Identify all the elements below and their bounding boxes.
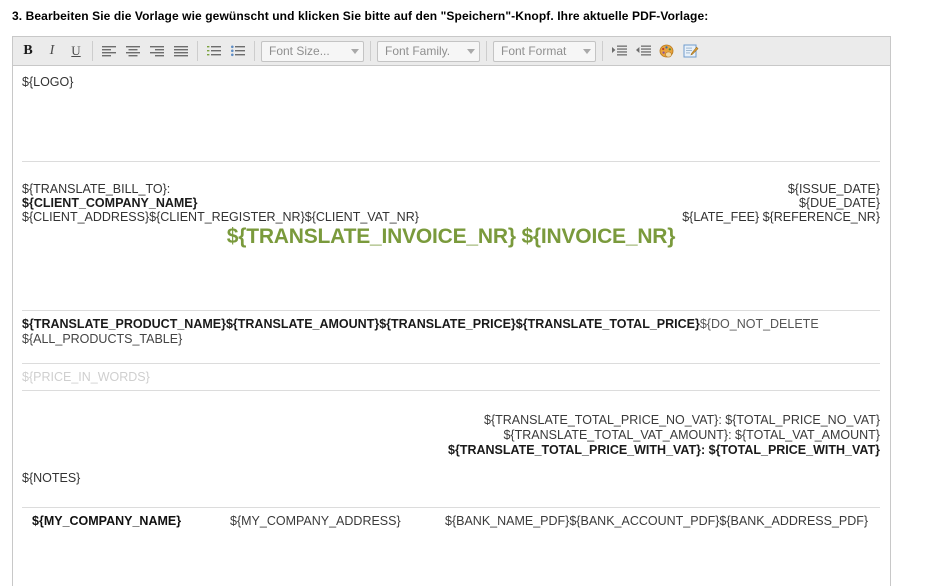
- parties-spacer: [22, 274, 880, 310]
- total-vat-amount: ${TRANSLATE_TOTAL_VAT_AMOUNT}: ${TOTAL_V…: [503, 428, 880, 442]
- footer-company-address: ${MY_COMPANY_ADDRESS}: [230, 514, 401, 528]
- indent-icon: [611, 45, 627, 56]
- align-right-icon: [150, 46, 164, 57]
- products-header-labels: ${TRANSLATE_PRODUCT_NAME}${TRANSLATE_AMO…: [22, 317, 700, 331]
- chevron-down-icon: [583, 48, 591, 54]
- editor-toolbar: B I U Font Size... Font Family. Font For…: [13, 37, 890, 66]
- edit-source-button[interactable]: [680, 40, 702, 62]
- products-table-header: ${TRANSLATE_PRODUCT_NAME}${TRANSLATE_AMO…: [22, 317, 880, 332]
- total-price-with-vat: ${TRANSLATE_TOTAL_PRICE_WITH_VAT}: ${TOT…: [448, 443, 880, 457]
- issue-date: ${ISSUE_DATE}: [787, 182, 880, 196]
- page-instruction: 3. Bearbeiten Sie die Vorlage wie gewüns…: [12, 9, 709, 23]
- font-format-select-label: Font Format: [501, 44, 567, 58]
- bold-button[interactable]: B: [17, 40, 39, 62]
- align-left-icon: [102, 46, 116, 57]
- toolbar-divider-3: [254, 41, 255, 61]
- outdent-icon: [635, 45, 651, 56]
- template-document-body[interactable]: ${LOGO} ${TRANSLATE_BILL_TO}: ${CLIENT_C…: [13, 66, 890, 586]
- bullet-list-button[interactable]: [227, 40, 249, 62]
- align-justify-button[interactable]: [170, 40, 192, 62]
- footer-bank-details: ${BANK_NAME_PDF}${BANK_ACCOUNT_PDF}${BAN…: [445, 514, 869, 528]
- align-left-button[interactable]: [98, 40, 120, 62]
- align-justify-icon: [174, 46, 188, 57]
- color-palette-icon: [659, 44, 674, 58]
- font-family-select[interactable]: Font Family.: [377, 40, 480, 62]
- dates-block: ${ISSUE_DATE} ${DUE_DATE} ${LATE_FEE} ${…: [682, 182, 880, 224]
- all-products-table-placeholder: ${ALL_PRODUCTS_TABLE}: [22, 332, 183, 346]
- chevron-down-icon: [351, 48, 359, 54]
- font-size-select[interactable]: Font Size...: [261, 40, 364, 62]
- footer-row: ${MY_COMPANY_NAME} ${MY_COMPANY_ADDRESS}…: [22, 514, 880, 534]
- wysiwyg-editor[interactable]: B I U Font Size... Font Family. Font For…: [12, 36, 891, 586]
- align-right-button[interactable]: [146, 40, 168, 62]
- total-price-no-vat: ${TRANSLATE_TOTAL_PRICE_NO_VAT}: ${TOTAL…: [484, 413, 880, 427]
- toolbar-divider-5: [486, 41, 487, 61]
- underline-button[interactable]: U: [65, 40, 87, 62]
- client-details: ${CLIENT_ADDRESS}${CLIENT_REGISTER_NR}${…: [22, 210, 419, 224]
- outdent-button[interactable]: [632, 40, 654, 62]
- align-center-icon: [126, 46, 140, 57]
- numbered-list-button[interactable]: [203, 40, 225, 62]
- totals-section: ${TRANSLATE_TOTAL_PRICE_NO_VAT}: ${TOTAL…: [22, 413, 880, 458]
- page-root: 3. Bearbeiten Sie die Vorlage wie gewüns…: [0, 0, 935, 586]
- bill-to-block: ${TRANSLATE_BILL_TO}: ${CLIENT_COMPANY_N…: [22, 182, 419, 224]
- client-company-name: ${CLIENT_COMPANY_NAME}: [22, 196, 198, 210]
- toolbar-divider-1: [92, 41, 93, 61]
- due-date: ${DUE_DATE}: [798, 196, 880, 210]
- price-in-words: ${PRICE_IN_WORDS}: [22, 370, 150, 384]
- toolbar-divider-4: [370, 41, 371, 61]
- notes-placeholder: ${NOTES}: [22, 471, 81, 485]
- align-center-button[interactable]: [122, 40, 144, 62]
- bill-to-label: ${TRANSLATE_BILL_TO}:: [22, 182, 171, 196]
- logo-spacer: [22, 89, 880, 161]
- late-fee-reference: ${LATE_FEE} ${REFERENCE_NR}: [682, 210, 880, 224]
- text-color-button[interactable]: [656, 40, 678, 62]
- page-edit-icon: [683, 44, 699, 58]
- do-not-delete-marker: ${DO_NOT_DELETE: [699, 317, 819, 331]
- footer-company-name: ${MY_COMPANY_NAME}: [32, 514, 182, 528]
- invoice-title: ${TRANSLATE_INVOICE_NR} ${INVOICE_NR}: [22, 225, 880, 249]
- indent-button[interactable]: [608, 40, 630, 62]
- italic-button[interactable]: I: [41, 40, 63, 62]
- font-format-select[interactable]: Font Format: [493, 40, 596, 62]
- logo-placeholder: ${LOGO}: [22, 75, 74, 89]
- numbered-list-icon: [207, 46, 221, 56]
- divider-header: [22, 161, 880, 162]
- toolbar-divider-2: [197, 41, 198, 61]
- bullet-list-icon: [231, 45, 245, 57]
- font-size-select-label: Font Size...: [269, 44, 330, 58]
- toolbar-divider-6: [602, 41, 603, 61]
- font-family-select-label: Font Family.: [385, 44, 451, 58]
- chevron-down-icon: [467, 48, 475, 54]
- parties-section: ${TRANSLATE_BILL_TO}: ${CLIENT_COMPANY_N…: [22, 182, 880, 274]
- invoice-title-text: ${TRANSLATE_INVOICE_NR} ${INVOICE_NR}: [226, 225, 676, 248]
